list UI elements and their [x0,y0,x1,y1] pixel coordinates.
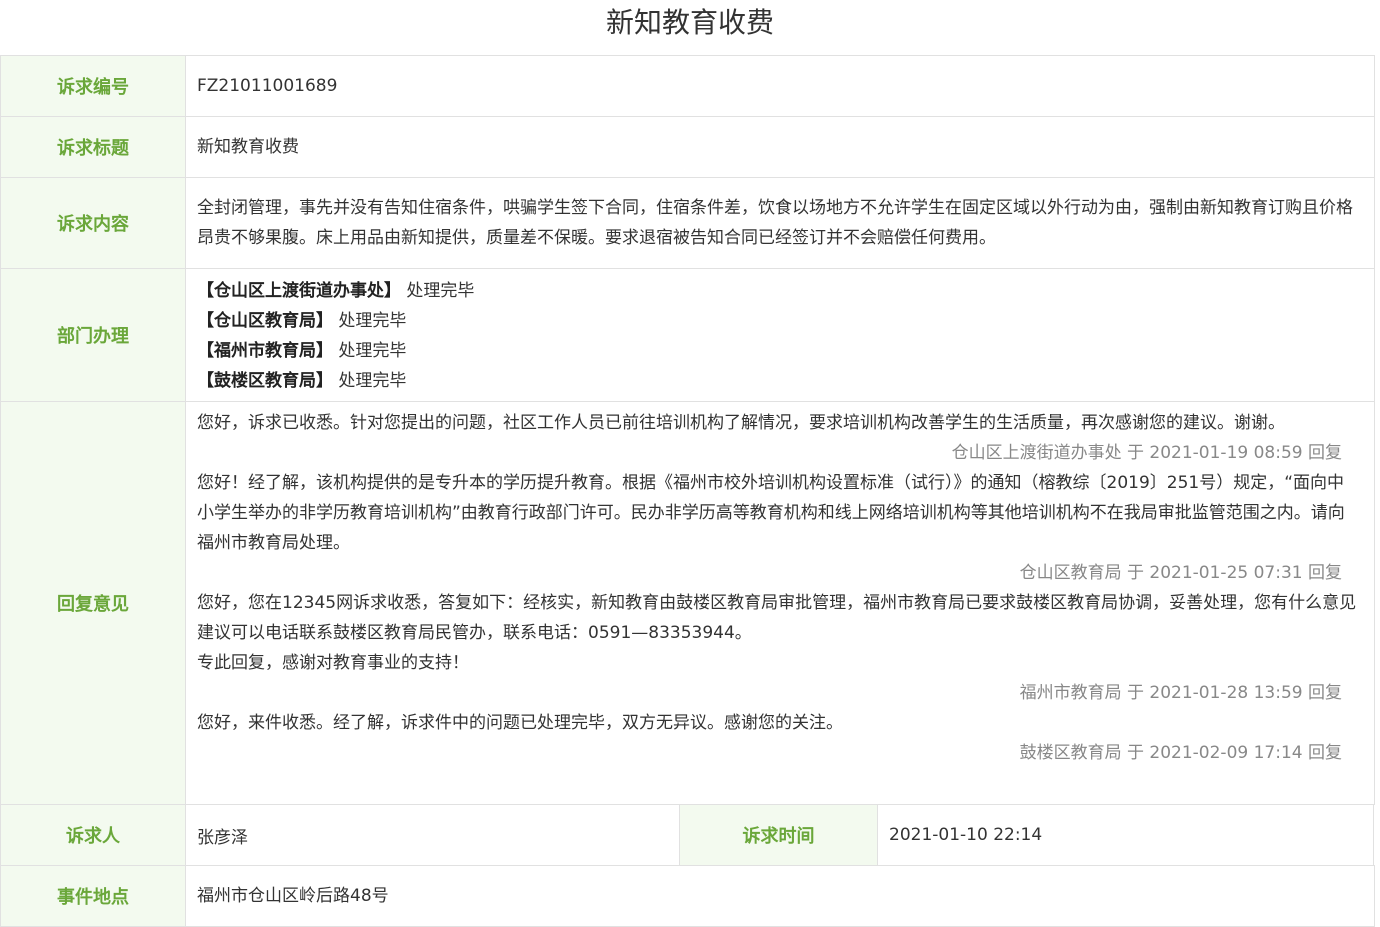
label-id: 诉求编号 [0,56,186,116]
reply-text: 您好，您在12345网诉求收悉，答复如下：经核实，新知教育由鼓楼区教育局审批管理… [197,593,1357,643]
department-item: 【福州市教育局】 处理完毕 [197,336,1360,366]
label-content: 诉求内容 [0,178,186,268]
page-title: 新知教育收费 [605,6,774,39]
departments-list: 【仓山区上渡街道办事处】 处理完毕 【仓山区教育局】 处理完毕 【福州市教育局】… [185,269,1375,401]
row-petitioner: 诉求人 张彦泽 诉求时间 2021-01-10 22:14 [0,805,1375,866]
department-status: 处理完毕 [338,371,407,391]
value-title: 新知教育收费 [185,117,1375,177]
department-name: 【福州市教育局】 [197,341,333,361]
row-title: 诉求标题 新知教育收费 [0,117,1375,178]
row-replies: 回复意见 您好，诉求已收悉。针对您提出的问题，社区工作人员已前往培训机构了解情况… [0,402,1375,805]
detail-table: 诉求编号 FZ21011001689 诉求标题 新知教育收费 诉求内容 全封闭管… [0,55,1375,927]
reply-text: 您好，诉求已收悉。针对您提出的问题，社区工作人员已前往培训机构了解情况，要求培训… [197,413,1285,433]
row-departments: 部门办理 【仓山区上渡街道办事处】 处理完毕 【仓山区教育局】 处理完毕 【福州… [0,269,1375,402]
reply-meta: 仓山区教育局 于 2021-01-25 07:31 回复 [1019,563,1342,583]
reply-meta: 福州市教育局 于 2021-01-28 13:59 回复 [1019,683,1342,703]
value-location: 福州市仓山区岭后路48号 [185,866,1375,926]
reply-text-closing: 专此回复，感谢对教育事业的支持！ [197,653,469,673]
label-title: 诉求标题 [0,117,186,177]
department-item: 【鼓楼区教育局】 处理完毕 [197,366,1360,396]
row-id: 诉求编号 FZ21011001689 [0,56,1375,117]
department-name: 【仓山区上渡街道办事处】 [197,281,401,301]
department-item: 【仓山区教育局】 处理完毕 [197,306,1360,336]
department-status: 处理完毕 [406,281,475,301]
label-departments: 部门办理 [0,269,186,401]
reply-meta: 仓山区上渡街道办事处 于 2021-01-19 08:59 回复 [951,443,1342,463]
department-item: 【仓山区上渡街道办事处】 处理完毕 [197,276,1360,306]
label-location: 事件地点 [0,866,186,926]
reply-text: 您好，来件收悉。经了解，诉求件中的问题已处理完毕，双方无异议。感谢您的关注。 [197,713,843,733]
value-time: 2021-01-10 22:14 [877,805,1374,865]
department-status: 处理完毕 [338,341,407,361]
replies-list: 您好，诉求已收悉。针对您提出的问题，社区工作人员已前往培训机构了解情况，要求培训… [185,402,1375,804]
department-name: 【鼓楼区教育局】 [197,371,333,391]
department-name: 【仓山区教育局】 [197,311,333,331]
content-text: 全封闭管理，事先并没有告知住宿条件，哄骗学生签下合同，住宿条件差，饮食以场地方不… [197,198,1353,248]
row-content: 诉求内容 全封闭管理，事先并没有告知住宿条件，哄骗学生签下合同，住宿条件差，饮食… [0,178,1375,269]
label-time: 诉求时间 [679,805,878,865]
value-id: FZ21011001689 [185,56,1375,116]
label-petitioner: 诉求人 [0,805,186,865]
row-location: 事件地点 福州市仓山区岭后路48号 [0,866,1375,927]
value-petitioner: 张彦泽 [197,827,248,848]
reply-meta: 鼓楼区教育局 于 2021-02-09 17:14 回复 [1019,743,1342,763]
department-status: 处理完毕 [338,311,407,331]
value-content: 全封闭管理，事先并没有告知住宿条件，哄骗学生签下合同，住宿条件差，饮食以场地方不… [185,178,1375,268]
label-replies: 回复意见 [0,402,186,804]
reply-text: 您好！经了解，该机构提供的是专升本的学历提升教育。根据《福州市校外培训机构设置标… [197,473,1345,553]
